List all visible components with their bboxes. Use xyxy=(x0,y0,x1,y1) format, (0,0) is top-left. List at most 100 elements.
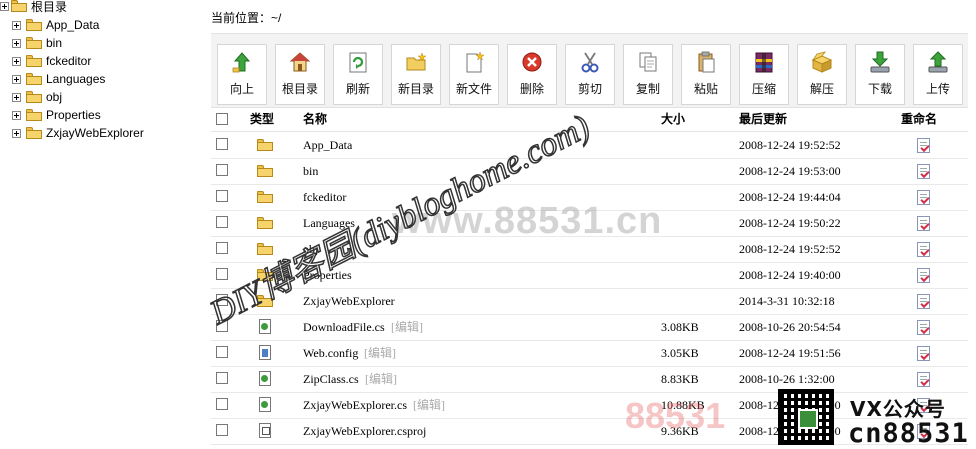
row-checkbox[interactable] xyxy=(216,398,228,410)
file-name[interactable]: DownloadFile.cs xyxy=(303,314,385,340)
file-modified: 2008-12-24 19:52:52 xyxy=(739,242,841,256)
file-name[interactable]: ZipClass.cs xyxy=(303,366,359,392)
row-checkbox[interactable] xyxy=(216,138,228,150)
tree-root-label[interactable]: 根目录 xyxy=(31,0,67,15)
new-file-button[interactable]: 新文件 xyxy=(449,44,499,105)
expand-icon[interactable] xyxy=(12,56,21,66)
rename-icon[interactable] xyxy=(917,190,930,205)
edit-link[interactable]: [编辑] xyxy=(365,366,397,392)
rename-icon[interactable] xyxy=(917,138,930,153)
paste-icon xyxy=(698,51,715,73)
expand-icon[interactable] xyxy=(12,110,21,120)
extract-button[interactable]: 解压 xyxy=(797,44,847,105)
folder-icon xyxy=(26,109,42,121)
folder-icon xyxy=(257,217,273,229)
file-name[interactable]: Web.config xyxy=(303,340,358,366)
home-icon xyxy=(289,52,311,72)
expand-icon[interactable] xyxy=(12,92,21,102)
header-size[interactable]: 大小 xyxy=(661,108,685,131)
new-file-icon xyxy=(466,51,485,73)
row-checkbox[interactable] xyxy=(216,346,228,358)
config-file-icon xyxy=(259,345,271,360)
download-button[interactable]: 下载 xyxy=(855,44,905,105)
rename-icon[interactable] xyxy=(917,320,930,335)
extract-icon xyxy=(811,51,833,73)
folder-icon xyxy=(257,165,273,177)
rename-icon[interactable] xyxy=(917,242,930,257)
tree-item-zxjaywebexplorer[interactable]: ZxjayWebExplorer xyxy=(12,124,144,142)
edit-link[interactable]: [编辑] xyxy=(413,392,445,418)
file-name[interactable]: ZxjayWebExplorer.cs xyxy=(303,392,407,418)
tree-item-fckeditor[interactable]: fckeditor xyxy=(12,52,91,70)
upload-button[interactable]: 上传 xyxy=(913,44,963,105)
expand-icon[interactable] xyxy=(12,74,21,84)
edit-link[interactable]: [编辑] xyxy=(364,340,396,366)
up-button[interactable]: 向上 xyxy=(217,44,267,105)
table-row[interactable]: DownloadFile.cs [编辑] 3.08KB 2008-10-26 20:5… xyxy=(211,314,968,341)
upload-icon xyxy=(928,51,948,73)
delete-icon xyxy=(522,52,542,72)
tree-root[interactable]: 根目录 xyxy=(0,0,67,15)
header-name[interactable]: 名称 xyxy=(303,108,327,131)
table-row[interactable]: ZipClass.cs [编辑] 8.83KB 2008-10-26 1:32:00 xyxy=(211,366,968,393)
table-row[interactable]: ZxjayWebExplorer 2014-3-31 10:32:18 xyxy=(211,288,968,315)
tree-item-app-data[interactable]: App_Data xyxy=(12,16,99,34)
root-button[interactable]: 根目录 xyxy=(275,44,325,105)
refresh-button[interactable]: 刷新 xyxy=(333,44,383,105)
expand-icon[interactable] xyxy=(12,38,21,48)
rename-icon[interactable] xyxy=(917,268,930,283)
tree-item-label[interactable]: App_Data xyxy=(46,18,99,32)
tree-item-obj[interactable]: obj xyxy=(12,88,62,106)
header-modified[interactable]: 最后更新 xyxy=(739,108,787,131)
file-name[interactable]: fckeditor xyxy=(303,184,346,210)
delete-button[interactable]: 删除 xyxy=(507,44,557,105)
row-checkbox[interactable] xyxy=(216,216,228,228)
expand-icon[interactable] xyxy=(12,128,21,138)
expand-icon[interactable] xyxy=(0,1,9,11)
tree-item-label[interactable]: ZxjayWebExplorer xyxy=(46,126,144,140)
bottom-watermark: 88531 xyxy=(625,395,726,436)
file-modified: 2014-3-31 10:32:18 xyxy=(739,294,835,308)
cut-button[interactable]: 剪切 xyxy=(565,44,615,105)
row-checkbox[interactable] xyxy=(216,242,228,254)
row-checkbox[interactable] xyxy=(216,372,228,384)
paste-button[interactable]: 粘贴 xyxy=(681,44,731,105)
row-checkbox[interactable] xyxy=(216,190,228,202)
file-name[interactable]: ZxjayWebExplorer.csproj xyxy=(303,418,426,444)
row-checkbox[interactable] xyxy=(216,424,228,436)
cut-icon xyxy=(581,52,599,73)
file-modified: 2008-12-24 19:51:56 xyxy=(739,346,841,360)
rename-icon[interactable] xyxy=(917,346,930,361)
download-icon xyxy=(870,51,890,73)
edit-link[interactable]: [编辑] xyxy=(391,314,423,340)
cs-file-icon xyxy=(259,319,271,334)
tree-item-label[interactable]: Properties xyxy=(46,108,101,122)
new-folder-button[interactable]: 新目录 xyxy=(391,44,441,105)
row-checkbox[interactable] xyxy=(216,164,228,176)
rename-icon[interactable] xyxy=(917,372,930,387)
rename-icon[interactable] xyxy=(917,294,930,309)
copy-icon xyxy=(639,52,657,72)
tree-item-label[interactable]: bin xyxy=(46,36,62,50)
compress-button[interactable]: 压缩 xyxy=(739,44,789,105)
tree-item-languages[interactable]: Languages xyxy=(12,70,105,88)
rename-icon[interactable] xyxy=(917,164,930,179)
tree-item-label[interactable]: obj xyxy=(46,90,62,104)
tree-item-properties[interactable]: Properties xyxy=(12,106,101,124)
table-row[interactable]: Web.config [编辑] 3.05KB 2008-12-24 19:51:56 xyxy=(211,340,968,367)
tree-item-label[interactable]: fckeditor xyxy=(46,54,91,68)
tree-item-label[interactable]: Languages xyxy=(46,72,105,86)
expand-icon[interactable] xyxy=(12,20,21,30)
copy-button[interactable]: 复制 xyxy=(623,44,673,105)
select-all-checkbox[interactable] xyxy=(216,113,228,125)
file-name[interactable]: bin xyxy=(303,158,318,184)
file-name[interactable]: App_Data xyxy=(303,132,352,158)
rename-icon[interactable] xyxy=(917,216,930,231)
folder-icon xyxy=(26,73,42,85)
file-name[interactable]: ZxjayWebExplorer xyxy=(303,288,395,314)
folder-icon xyxy=(26,91,42,103)
folder-icon xyxy=(257,191,273,203)
table-row[interactable]: bin 2008-12-24 19:53:00 xyxy=(211,158,968,185)
file-modified: 2008-12-24 19:53:00 xyxy=(739,164,841,178)
tree-item-bin[interactable]: bin xyxy=(12,34,62,52)
